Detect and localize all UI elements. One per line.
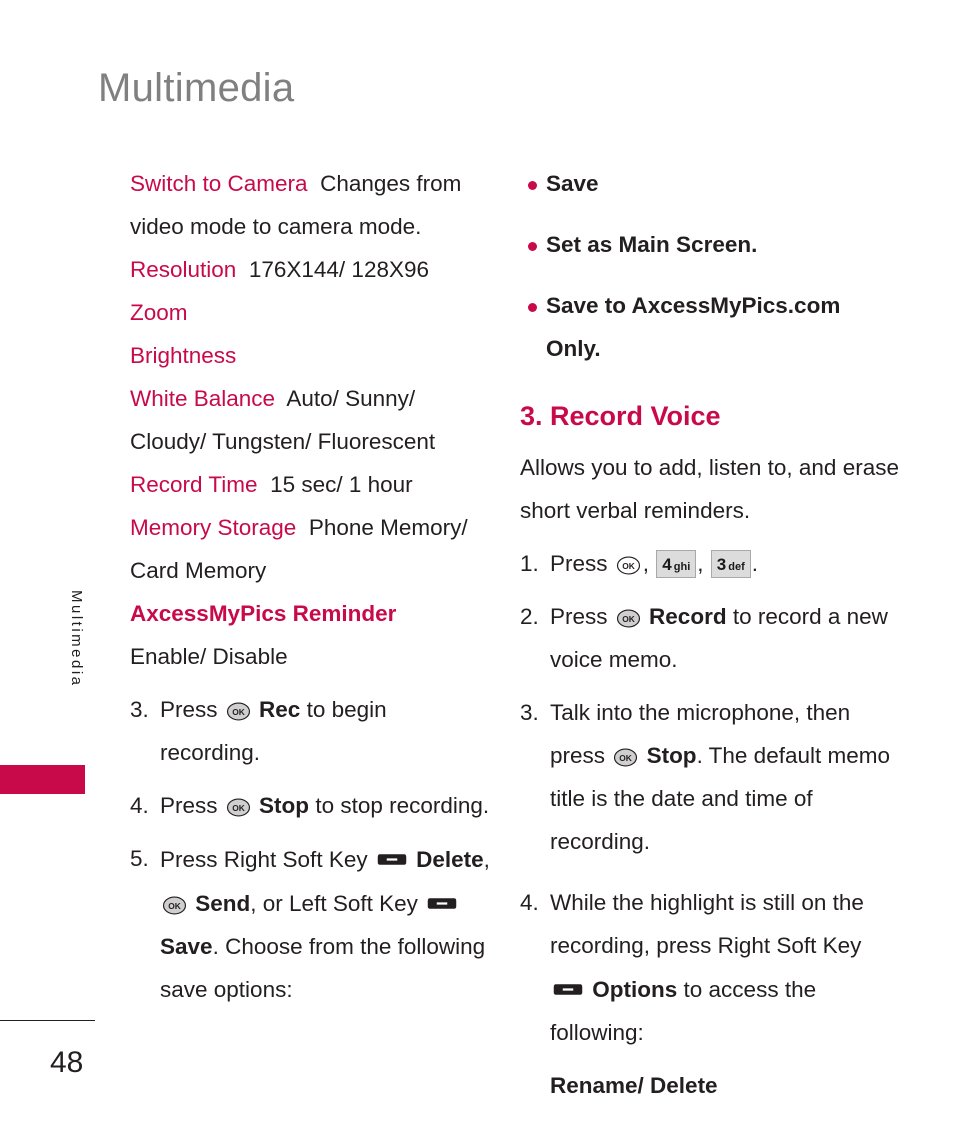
step-keyword: Options bbox=[592, 977, 678, 1002]
keypad-number: 3 bbox=[716, 555, 727, 574]
ok-key-icon: OK bbox=[616, 546, 641, 575]
bullet-dot-icon bbox=[528, 242, 537, 251]
left-step-3: 3. Press OK Rec to begin recording. bbox=[130, 688, 490, 774]
svg-text:OK: OK bbox=[622, 614, 635, 624]
ok-key-icon: OK bbox=[616, 599, 641, 628]
step-text-pre: Press Right Soft Key bbox=[160, 847, 368, 872]
step-text-post: to stop recording. bbox=[315, 793, 490, 818]
step-sep: , bbox=[483, 847, 490, 872]
ok-key-icon: OK bbox=[226, 692, 251, 721]
step-text-pre: Press bbox=[550, 604, 608, 629]
section-intro: Allows you to add, listen to, and erase … bbox=[520, 455, 899, 523]
step-text-pre: Press bbox=[160, 697, 218, 722]
setting-term: Zoom bbox=[130, 300, 188, 325]
ok-key-icon: OK bbox=[226, 788, 251, 817]
svg-text:OK: OK bbox=[232, 707, 245, 717]
keypad-letters: ghi bbox=[673, 561, 691, 573]
footer-divider bbox=[0, 1020, 95, 1021]
right-step-2: 2. Press OK Record to record a new voice … bbox=[520, 595, 900, 681]
setting-term: Memory Storage bbox=[130, 515, 297, 540]
step-number: 3. bbox=[520, 700, 539, 725]
ok-key-icon: OK bbox=[613, 738, 638, 767]
svg-text:OK: OK bbox=[620, 753, 633, 763]
setting-white-balance: White Balance Auto/ Sunny/ Cloudy/ Tungs… bbox=[130, 377, 490, 463]
setting-axcessmypics-reminder: AxcessMyPics Reminder Enable/ Disable bbox=[130, 592, 490, 678]
save-option-item: Save bbox=[520, 162, 900, 205]
right-step-3: 3. Talk into the microphone, then press O… bbox=[520, 691, 900, 863]
bullet-dot-icon bbox=[528, 303, 537, 312]
setting-zoom: Zoom bbox=[130, 291, 490, 334]
keypad-4-ghi-icon: 4 ghi bbox=[656, 550, 697, 578]
step-keyword-send: Send bbox=[195, 891, 251, 916]
right-column: Save Set as Main Screen. Save to AxcessM… bbox=[520, 162, 900, 1107]
setting-desc: 15 sec/ 1 hour bbox=[270, 472, 413, 497]
bullet-dot-icon bbox=[528, 181, 537, 190]
step-keyword: Stop bbox=[259, 793, 310, 818]
setting-switch-to-camera: Switch to Camera Changes from video mode… bbox=[130, 162, 490, 248]
setting-term: White Balance bbox=[130, 386, 276, 411]
setting-term: AxcessMyPics Reminder bbox=[130, 601, 397, 626]
save-option-item: Set as Main Screen. bbox=[520, 223, 900, 266]
setting-memory-storage: Memory Storage Phone Memory/ Card Memory bbox=[130, 506, 490, 592]
setting-term: Record Time bbox=[130, 472, 258, 497]
save-option-label: Save bbox=[546, 171, 599, 196]
page-number: 48 bbox=[50, 1046, 84, 1079]
step-text-mid: , or Left Soft Key bbox=[250, 891, 418, 916]
step-text-post: to access the following: bbox=[550, 977, 817, 1045]
step-text-post: . bbox=[751, 551, 759, 576]
step-keyword-save: Save bbox=[160, 934, 213, 959]
step-number: 4. bbox=[520, 890, 539, 915]
step-number: 4. bbox=[130, 793, 149, 818]
section-footer-options: Rename/ Delete bbox=[550, 1073, 718, 1098]
ok-key-icon: OK bbox=[162, 886, 187, 915]
step-number: 3. bbox=[130, 697, 149, 722]
save-option-label: Set as Main Screen. bbox=[546, 232, 758, 257]
setting-desc: 176X144/ 128X96 bbox=[248, 257, 430, 282]
page-title: Multimedia bbox=[98, 66, 295, 110]
left-step-5: 5. Press Right Soft Key Delete, OK Send, … bbox=[130, 837, 490, 1011]
side-tab-marker bbox=[0, 765, 85, 794]
setting-record-time: Record Time 15 sec/ 1 hour bbox=[130, 463, 490, 506]
step-number: 5. bbox=[130, 846, 149, 871]
section-heading-record-voice: 3. Record Voice bbox=[520, 401, 721, 431]
soft-key-icon bbox=[377, 837, 407, 865]
step-keyword-delete: Delete bbox=[416, 847, 484, 872]
soft-key-icon bbox=[553, 967, 583, 995]
step-keyword: Rec bbox=[259, 697, 301, 722]
side-tab-label: Multimedia bbox=[68, 590, 85, 688]
left-step-4: 4. Press OK Stop to stop recording. bbox=[130, 784, 490, 827]
setting-desc: Enable/ Disable bbox=[130, 644, 288, 669]
setting-term: Resolution bbox=[130, 257, 237, 282]
setting-resolution: Resolution 176X144/ 128X96 bbox=[130, 248, 490, 291]
keypad-3-def-icon: 3 def bbox=[710, 550, 751, 578]
setting-term: Brightness bbox=[130, 343, 237, 368]
step-number: 1. bbox=[520, 551, 539, 576]
keypad-number: 4 bbox=[662, 555, 672, 574]
left-column: Switch to Camera Changes from video mode… bbox=[130, 162, 490, 1011]
keypad-letters: def bbox=[728, 561, 745, 573]
setting-term: Switch to Camera bbox=[130, 171, 308, 196]
svg-text:OK: OK bbox=[232, 803, 245, 813]
right-step-4: 4. While the highlight is still on the re… bbox=[520, 881, 900, 1054]
step-text-pre: While the highlight is still on the reco… bbox=[550, 890, 864, 958]
right-step-1: 1. Press OK, 4 ghi, 3 def. bbox=[520, 542, 900, 585]
save-option-label: Save to AxcessMyPics.com Only. bbox=[546, 293, 841, 361]
step-number: 2. bbox=[520, 604, 539, 629]
setting-brightness: Brightness bbox=[130, 334, 490, 377]
step-keyword: Record bbox=[649, 604, 727, 629]
save-option-item: Save to AxcessMyPics.com Only. bbox=[520, 284, 900, 370]
soft-key-icon bbox=[427, 881, 457, 909]
svg-text:OK: OK bbox=[168, 901, 181, 911]
step-text-pre: Press bbox=[160, 793, 218, 818]
svg-text:OK: OK bbox=[622, 561, 635, 571]
step-text-pre: Press bbox=[550, 551, 608, 576]
step-keyword: Stop bbox=[646, 743, 697, 768]
